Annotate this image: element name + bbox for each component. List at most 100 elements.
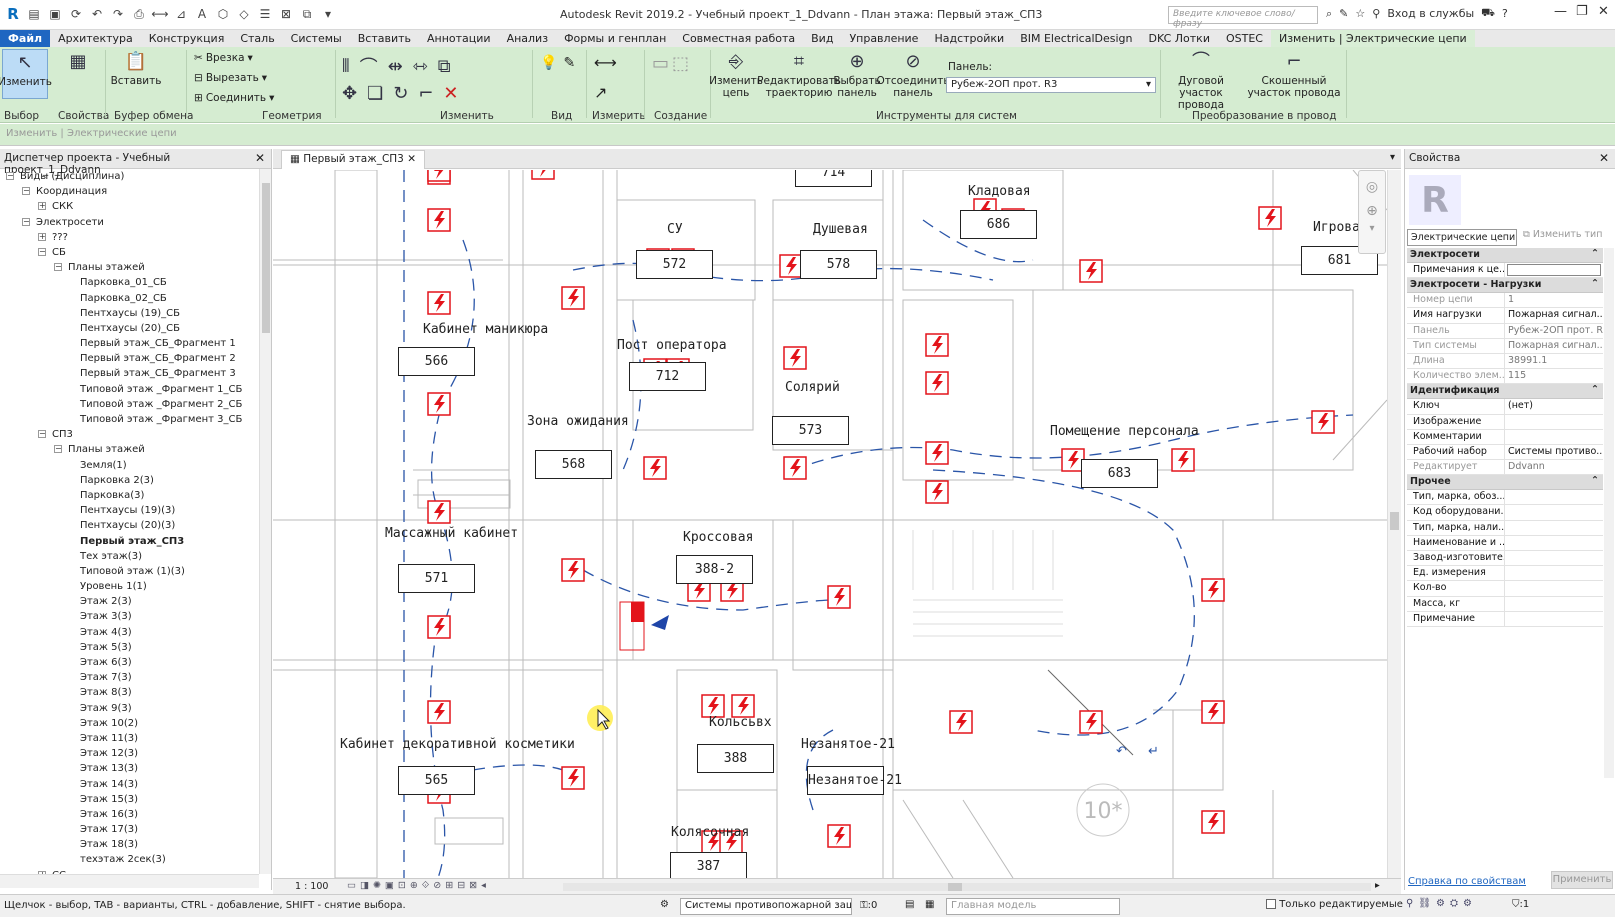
drawing-canvas[interactable]: 10* ↶ ↵ Кабинет маникюра 566 СУ 572 Душе… bbox=[273, 170, 1387, 878]
binoculars-icon[interactable]: ⌕ bbox=[1326, 7, 1332, 21]
room-tag-565[interactable]: 565 bbox=[398, 766, 475, 795]
fire-alarm-detector-icon[interactable] bbox=[701, 694, 725, 718]
save-icon[interactable]: ▣ bbox=[46, 5, 64, 23]
property-value[interactable] bbox=[1507, 264, 1601, 277]
tree-item[interactable]: − Планы этажей bbox=[0, 260, 259, 275]
minimize-icon[interactable]: — bbox=[1554, 4, 1567, 19]
tab-ribbon-2[interactable]: Конструкция bbox=[141, 30, 233, 47]
collapse-icon[interactable]: − bbox=[22, 217, 30, 226]
undo-icon[interactable]: ↶ bbox=[88, 5, 106, 23]
tree-item[interactable]: Первый этаж_СБ_Фрагмент 3 bbox=[0, 366, 259, 381]
open-icon[interactable]: ▤ bbox=[25, 5, 43, 23]
property-value[interactable]: (нет) bbox=[1505, 399, 1603, 413]
design-option-select[interactable]: Главная модель bbox=[946, 898, 1120, 915]
fire-alarm-detector-icon[interactable] bbox=[427, 500, 451, 524]
fire-alarm-detector-icon[interactable] bbox=[1201, 810, 1225, 834]
room-tag-573[interactable]: 573 bbox=[772, 416, 849, 445]
collapse-icon[interactable]: ⌃ bbox=[1591, 278, 1599, 289]
room-name-storage[interactable]: Кладовая bbox=[968, 184, 1031, 199]
room-name-waiting[interactable]: Зона ожидания bbox=[527, 414, 629, 429]
tree-item[interactable]: − Электросети bbox=[0, 215, 259, 230]
property-row[interactable]: Панель Рубеж-2ОП прот. R3 bbox=[1407, 323, 1603, 339]
close-hidden-icon[interactable]: ⊠ bbox=[277, 5, 295, 23]
tree-item[interactable]: Земля(1) bbox=[0, 458, 259, 473]
fire-alarm-detector-icon[interactable] bbox=[427, 615, 451, 639]
close-icon[interactable]: ✕ bbox=[255, 151, 265, 165]
tab-ribbon-8[interactable]: Формы и генплан bbox=[556, 30, 674, 47]
tab-ribbon-11[interactable]: Управление bbox=[841, 30, 926, 47]
property-value[interactable] bbox=[1505, 597, 1603, 611]
section-icon[interactable]: ◇ bbox=[235, 5, 253, 23]
room-name-staff[interactable]: Помещение персонала bbox=[1050, 424, 1199, 439]
tree-item[interactable]: − Виды (Дисциплина) bbox=[0, 169, 259, 184]
fire-alarm-detector-icon[interactable] bbox=[779, 254, 803, 278]
collapse-icon[interactable]: − bbox=[38, 247, 46, 256]
room-tag-712[interactable]: 712 bbox=[629, 362, 706, 391]
tab-ribbon-13[interactable]: BIM ElectricalDesign bbox=[1012, 30, 1140, 47]
fire-alarm-detector-icon[interactable] bbox=[561, 766, 585, 790]
properties-help-link[interactable]: Справка по свойствам bbox=[1408, 876, 1526, 887]
tree-item[interactable]: техэтаж 2сек(3) bbox=[0, 852, 259, 867]
property-category[interactable]: Электросети - Нагрузки ⌃ bbox=[1407, 278, 1603, 294]
navigation-bar[interactable]: ◎ ⊕ ▾ bbox=[1358, 170, 1386, 254]
property-row[interactable]: Масса, кг bbox=[1407, 596, 1603, 612]
tree-item[interactable]: Пентхаусы (20)_СБ bbox=[0, 321, 259, 336]
tree-item[interactable]: Этаж 18(3) bbox=[0, 837, 259, 852]
edit-type-button[interactable]: ⧉ Изменить тип bbox=[1523, 229, 1602, 240]
tab-ribbon-6[interactable]: Аннотации bbox=[419, 30, 499, 47]
expand-icon[interactable]: + bbox=[38, 232, 46, 241]
apply-button[interactable]: Применить bbox=[1551, 871, 1613, 889]
create-tools[interactable]: ▭ ⬚ bbox=[652, 53, 689, 74]
arc-wire-button[interactable]: ⌒ Дуговой участок провода bbox=[1160, 49, 1242, 112]
property-value[interactable]: Системы противо... bbox=[1505, 445, 1603, 459]
property-category[interactable]: Электросети ⌃ bbox=[1407, 248, 1603, 263]
search-input[interactable]: Введите ключевое слово/фразу bbox=[1168, 6, 1318, 29]
tree-item[interactable]: Парковка_01_СБ bbox=[0, 275, 259, 290]
tree-item[interactable]: Этаж 7(3) bbox=[0, 670, 259, 685]
modify-tools-row2[interactable]: ✥ ❏ ↻ ⌐ ✕ bbox=[342, 83, 459, 104]
room-tag-388[interactable]: 388 bbox=[697, 744, 774, 773]
project-browser-hscrollbar[interactable] bbox=[0, 874, 259, 888]
tree-item[interactable]: Пентхаусы (19)_СБ bbox=[0, 306, 259, 321]
nav-menu-icon[interactable]: ▾ bbox=[1359, 223, 1385, 234]
tree-item[interactable]: Этаж 12(3) bbox=[0, 746, 259, 761]
modify-tools-row1[interactable]: ⫴ ⌒ ⇹ ⇿ ⧉ bbox=[342, 53, 451, 79]
tab-ribbon-15[interactable]: OSTEC bbox=[1218, 30, 1271, 47]
tree-item[interactable]: + СКК bbox=[0, 199, 259, 214]
tree-item[interactable]: Этаж 5(3) bbox=[0, 640, 259, 655]
tab-ribbon-4[interactable]: Системы bbox=[283, 30, 350, 47]
tree-item[interactable]: Типовой этаж _Фрагмент 1_СБ bbox=[0, 382, 259, 397]
dimension-tool[interactable]: ↗ bbox=[594, 83, 607, 102]
collapse-icon[interactable]: − bbox=[54, 263, 62, 272]
switch-windows-icon[interactable]: ⧉ bbox=[298, 5, 316, 23]
tree-item[interactable]: Парковка 2(3) bbox=[0, 473, 259, 488]
property-row[interactable]: Завод-изготовите... bbox=[1407, 551, 1603, 567]
tree-item[interactable]: Этаж 10(2) bbox=[0, 716, 259, 731]
editable-only-toggle[interactable]: Только редактируемые bbox=[1266, 899, 1403, 910]
text-icon[interactable]: A bbox=[193, 5, 211, 23]
property-value[interactable] bbox=[1505, 612, 1603, 626]
print-icon[interactable]: ⎙ bbox=[130, 5, 148, 23]
fire-alarm-detector-icon[interactable] bbox=[1258, 206, 1282, 230]
property-row[interactable]: Редактирует Ddvann bbox=[1407, 460, 1603, 476]
view-control-icons[interactable]: ▭◨✺▣⊡⊕⟐⊘⊞⊟⊠◂ bbox=[347, 880, 490, 891]
properties-scrollbar[interactable] bbox=[1604, 248, 1614, 778]
tree-item[interactable]: Этаж 3(3) bbox=[0, 609, 259, 624]
property-row[interactable]: Тип, марка, нали... bbox=[1407, 520, 1603, 536]
tree-item[interactable]: Пентхаусы (20)(3) bbox=[0, 518, 259, 533]
fire-alarm-detector-icon[interactable] bbox=[827, 585, 851, 609]
fire-alarm-detector-icon[interactable] bbox=[643, 456, 667, 480]
tree-item[interactable]: − Координация bbox=[0, 184, 259, 199]
property-value[interactable] bbox=[1505, 536, 1603, 550]
cart-icon[interactable]: ⛟ bbox=[1481, 6, 1495, 21]
selection-options-icons[interactable]: ⚲⛓⚙⛭⚙ bbox=[1406, 898, 1477, 909]
fire-alarm-detector-icon[interactable] bbox=[827, 824, 851, 848]
restore-icon[interactable]: ❐ bbox=[1576, 4, 1588, 19]
room-name-shower[interactable]: Душевая bbox=[813, 222, 868, 237]
fire-alarm-detector-icon[interactable] bbox=[949, 710, 973, 734]
tab-ribbon-16[interactable]: Изменить | Электрические цепи bbox=[1270, 30, 1475, 47]
favorites-icon[interactable]: ☆ bbox=[1355, 7, 1365, 20]
fire-alarm-detector-icon[interactable] bbox=[925, 480, 949, 504]
fire-alarm-detector-icon[interactable] bbox=[427, 208, 451, 232]
room-name-operator[interactable]: Пост оператора bbox=[617, 338, 727, 353]
